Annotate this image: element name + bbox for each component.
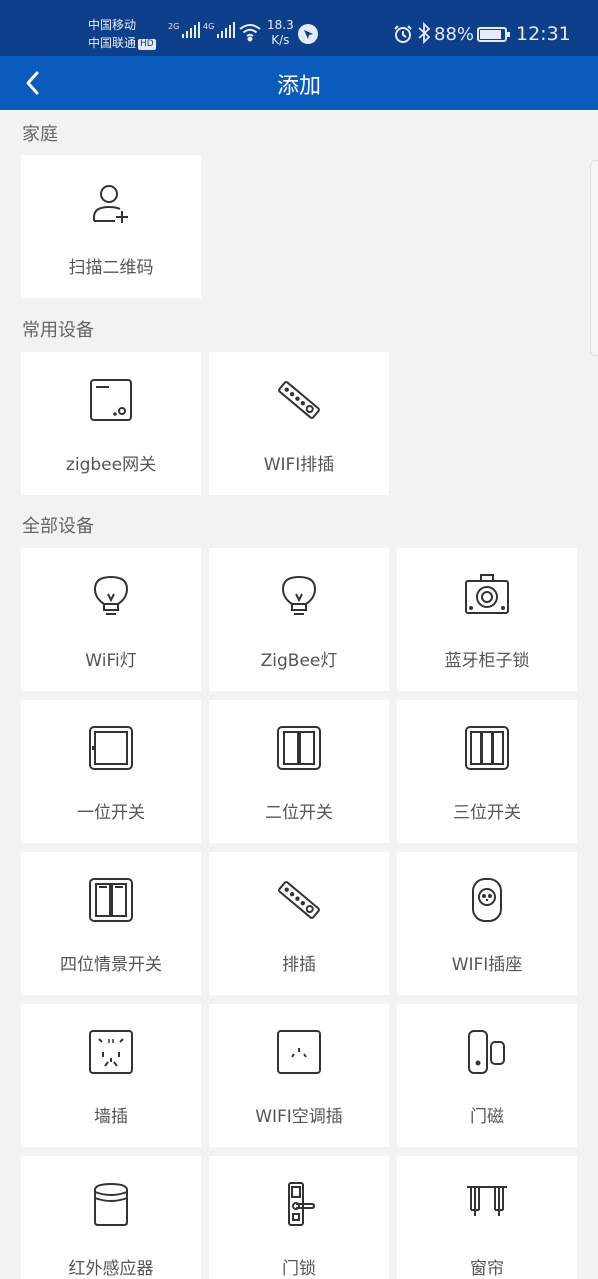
carrier-1: 中国移动 [88, 18, 137, 32]
device-label: 门锁 [282, 1259, 316, 1279]
power-strip-icon [278, 381, 320, 419]
bulb-icon [281, 575, 317, 615]
clock: 12:31 [516, 23, 571, 45]
door-lock-icon [288, 1182, 316, 1226]
signal-4g-icon: 4G [203, 22, 236, 38]
scroll-indicator [590, 160, 598, 356]
device-label: 扫描二维码 [68, 258, 154, 278]
device-label: 门磁 [470, 1107, 504, 1127]
device-card-zigbee-gateway[interactable]: zigbee网关 [21, 352, 201, 495]
device-card-door-lock[interactable]: 门锁 [209, 1156, 389, 1279]
switch-2-icon [277, 726, 321, 770]
device-label: WIFI排插 [263, 455, 335, 475]
section-title-home: 家庭 [22, 124, 58, 145]
device-card-wifi-light[interactable]: WiFi灯 [21, 548, 201, 691]
device-label: 红外感应器 [68, 1259, 154, 1279]
battery-percent: 88% [434, 24, 475, 45]
smart-plug-icon [472, 878, 502, 922]
status-bar: 中国移动 中国联通 HD 2G 4G 18.3 K/s 88% 12:31 [0, 0, 598, 56]
device-label: zigbee网关 [65, 455, 157, 475]
device-label: WiFi灯 [85, 651, 137, 671]
pir-sensor-icon [94, 1182, 128, 1226]
device-label: WIFI空调插 [255, 1107, 343, 1127]
device-label: WIFI插座 [451, 955, 523, 975]
curtain-icon [467, 1186, 507, 1216]
device-card-switch-3[interactable]: 三位开关 [397, 700, 577, 843]
carrier-info: 中国移动 中国联通 HD [88, 16, 156, 52]
device-card-zigbee-light[interactable]: ZigBee灯 [209, 548, 389, 691]
add-user-icon [93, 185, 128, 223]
device-label: 墙插 [94, 1107, 128, 1127]
network-speed: 18.3 K/s [267, 18, 294, 47]
device-card-curtain[interactable]: 窗帘 [397, 1156, 577, 1279]
device-card-wall-socket[interactable]: 墙插 [21, 1004, 201, 1147]
device-card-switch-1[interactable]: 一位开关 [21, 700, 201, 843]
signal-2g-icon: 2G [168, 22, 201, 38]
page-title: 添加 [276, 74, 321, 99]
bluetooth-icon [418, 22, 430, 44]
scene-switch-icon [89, 878, 133, 922]
device-card-door-sensor[interactable]: 门磁 [397, 1004, 577, 1147]
device-card-switch-2[interactable]: 二位开关 [209, 700, 389, 843]
nav-bar: 添加 [0, 56, 598, 110]
ac-socket-icon [277, 1030, 321, 1074]
bulb-icon [93, 575, 129, 615]
device-card-scene-switch[interactable]: 四位情景开关 [21, 852, 201, 995]
switch-3-icon [465, 726, 509, 770]
device-label: 蓝牙柜子锁 [444, 651, 530, 671]
alarm-icon [394, 25, 412, 43]
device-card-ac-socket[interactable]: WIFI空调插 [209, 1004, 389, 1147]
device-label: 四位情景开关 [60, 955, 162, 975]
carrier-2: 中国联通 [88, 36, 137, 50]
device-card-bluetooth-cabinet-lock[interactable]: 蓝牙柜子锁 [397, 548, 577, 691]
device-label: 一位开关 [77, 803, 145, 823]
battery-icon [477, 27, 510, 42]
cabinet-lock-icon [465, 574, 509, 614]
wall-socket-icon [89, 1030, 133, 1074]
device-label: ZigBee灯 [260, 651, 338, 671]
device-card-power-strip[interactable]: 排插 [209, 852, 389, 995]
location-icon [298, 24, 318, 44]
wifi-icon [239, 24, 261, 42]
gateway-icon [90, 379, 132, 421]
device-label: 二位开关 [265, 803, 333, 823]
device-card-scan-qr[interactable]: 扫描二维码 [21, 155, 201, 298]
device-label: 排插 [282, 955, 316, 975]
device-label: 窗帘 [470, 1259, 504, 1279]
device-label: 三位开关 [453, 803, 521, 823]
device-card-wifi-power-strip[interactable]: WIFI排插 [209, 352, 389, 495]
device-card-pir-sensor[interactable]: 红外感应器 [21, 1156, 201, 1279]
switch-1-icon [89, 726, 133, 770]
hd-badge: HD [138, 39, 156, 50]
section-title-common: 常用设备 [22, 320, 94, 341]
device-card-wifi-plug[interactable]: WIFI插座 [397, 852, 577, 995]
door-sensor-icon [468, 1030, 505, 1074]
power-strip-icon [278, 881, 320, 919]
section-title-all: 全部设备 [22, 516, 94, 537]
